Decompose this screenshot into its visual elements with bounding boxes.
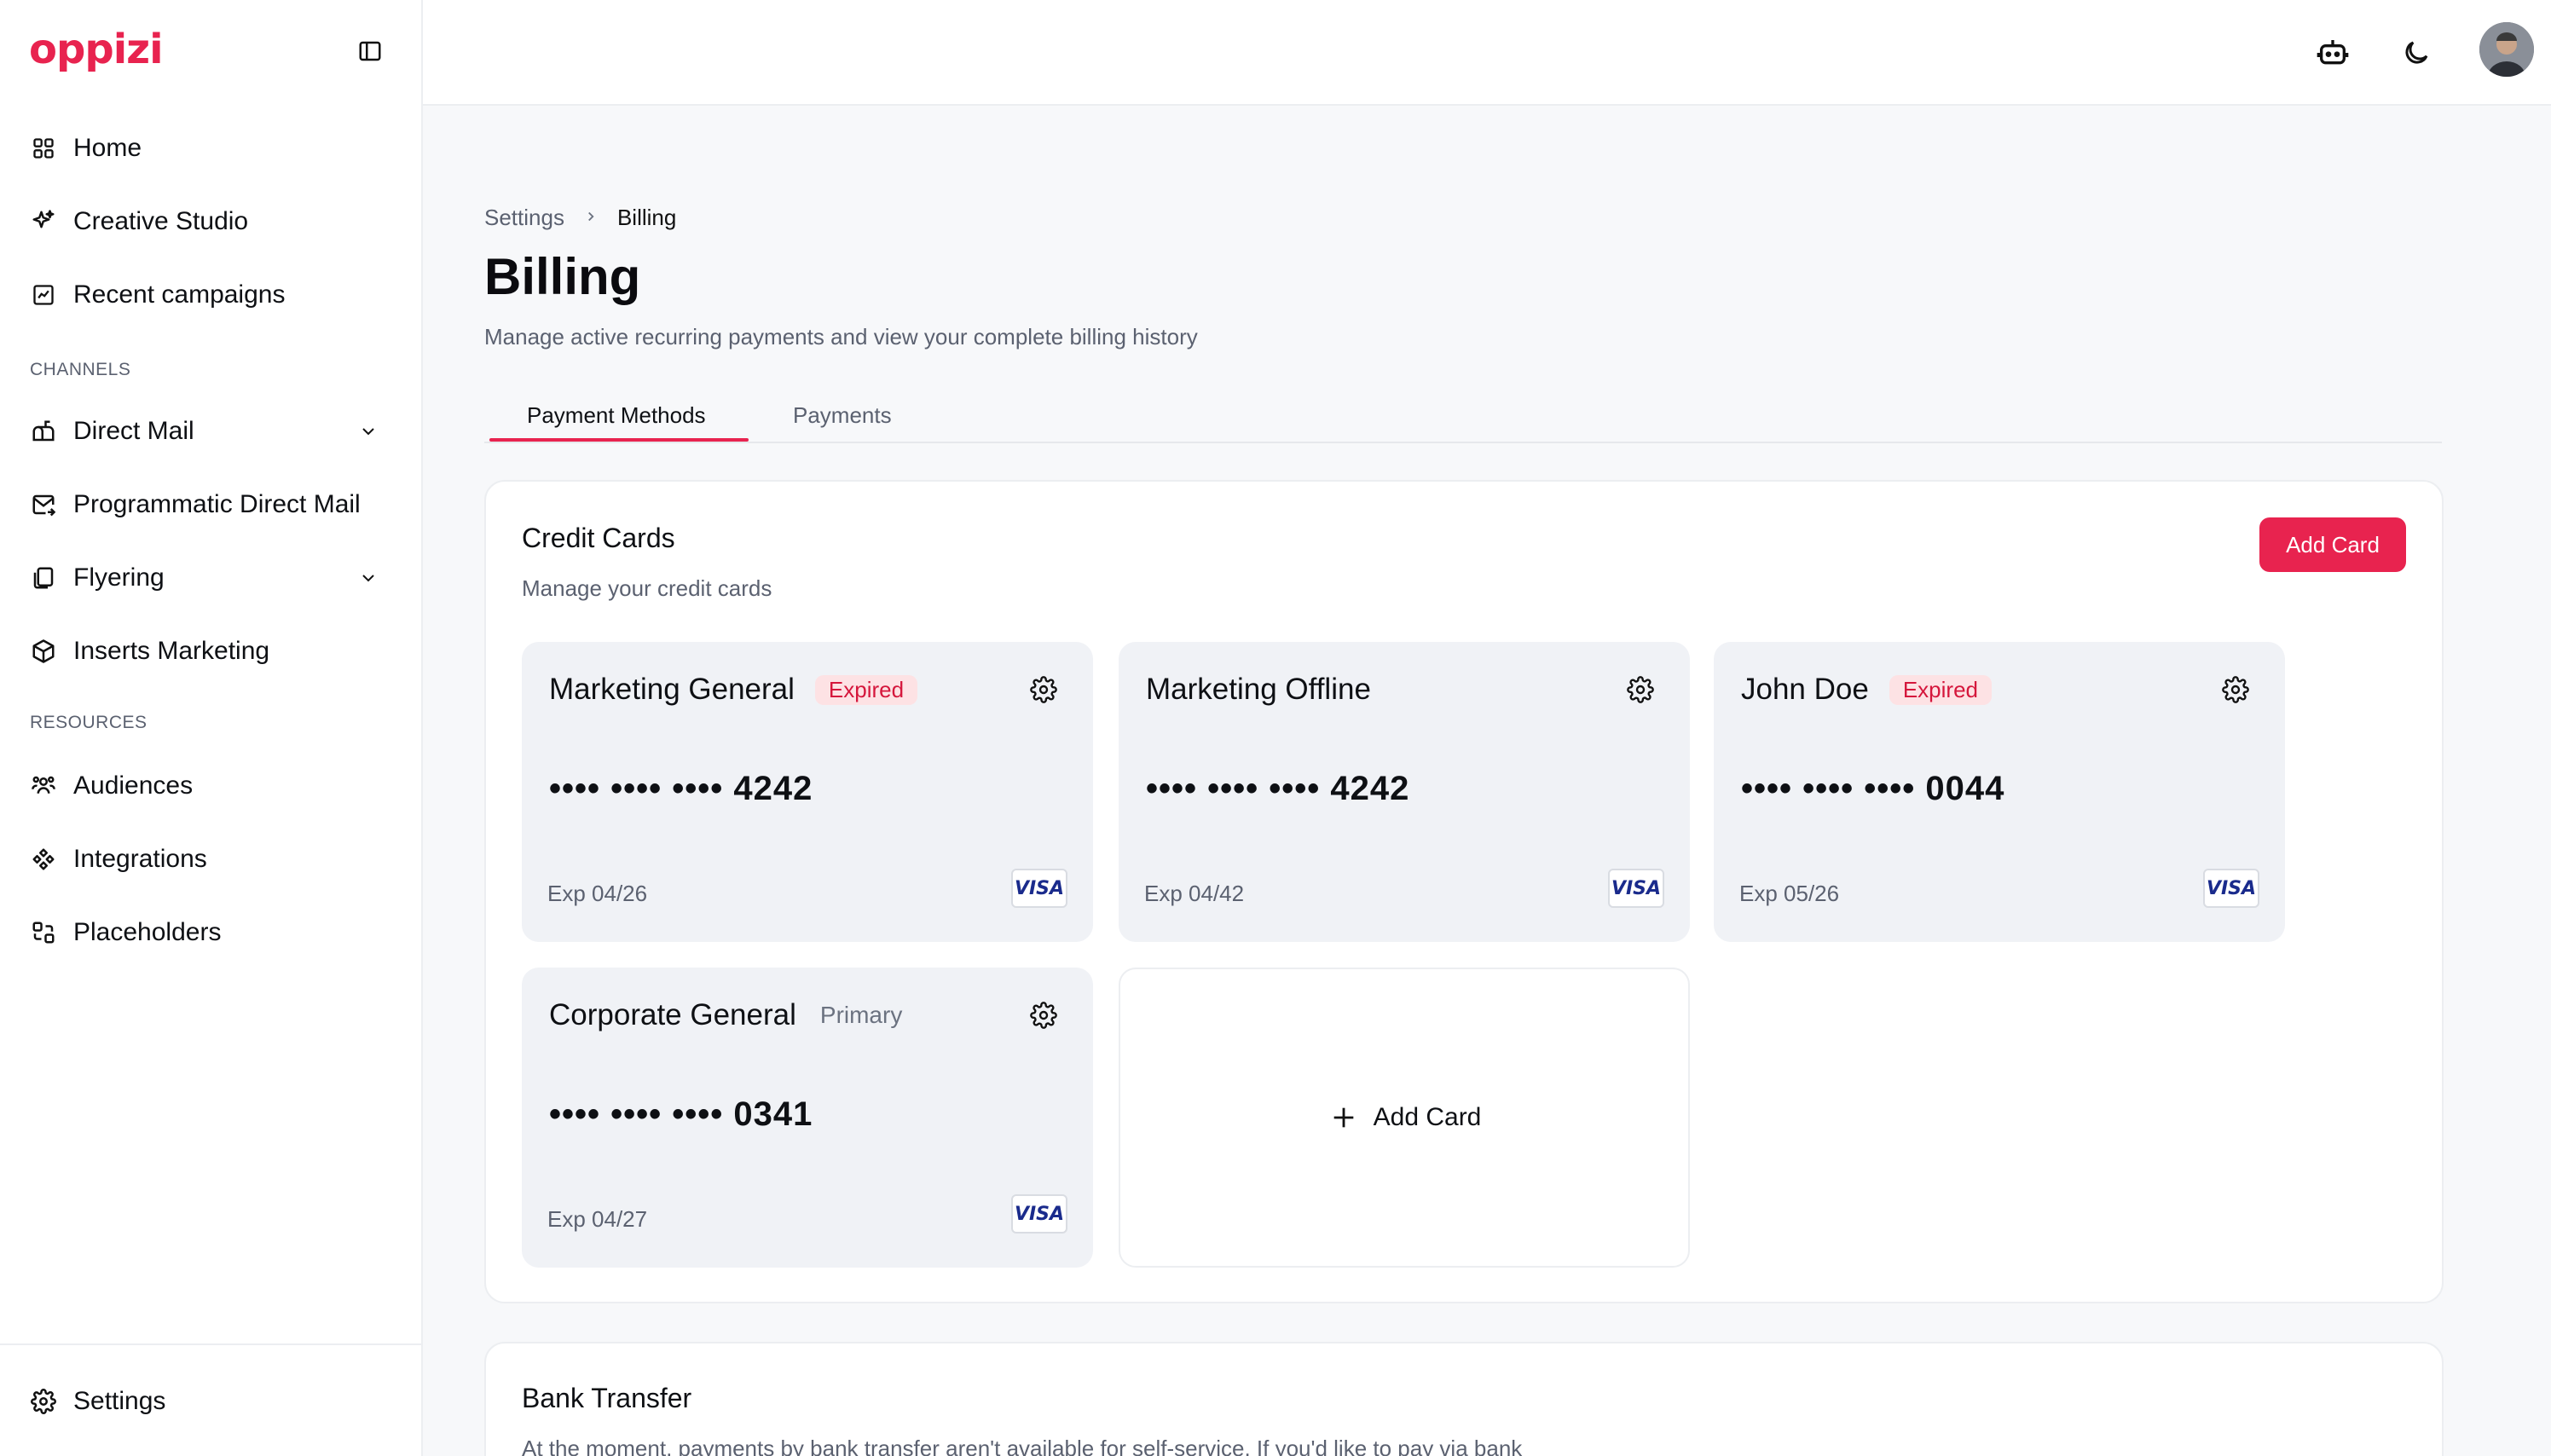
credit-card: Marketing Offline •••• •••• •••• 4242 Ex… bbox=[1119, 642, 1690, 942]
visa-logo-icon: VISA bbox=[1011, 1194, 1067, 1234]
sidebar-item-label: Programmatic Direct Mail bbox=[73, 490, 361, 518]
bank-transfer-title: Bank Transfer bbox=[522, 1383, 692, 1413]
card-number: •••• •••• •••• 4242 bbox=[1146, 770, 1410, 807]
chevron-down-icon[interactable] bbox=[353, 563, 384, 593]
sidebar-item-label: Recent campaigns bbox=[73, 280, 286, 309]
sidebar-item-label: Creative Studio bbox=[73, 207, 249, 235]
tab-payments[interactable]: Payments bbox=[793, 402, 892, 429]
card-settings-gear-icon[interactable] bbox=[1027, 673, 1061, 707]
avatar[interactable] bbox=[2479, 22, 2534, 77]
credit-card: John Doe Expired •••• •••• •••• 0044 Exp… bbox=[1714, 642, 2285, 942]
tab-payment-methods[interactable]: Payment Methods bbox=[527, 402, 706, 429]
bank-transfer-panel: Bank Transfer At the moment, payments by… bbox=[484, 1342, 2444, 1456]
card-expiry: Exp 05/26 bbox=[1739, 881, 1840, 906]
chart-icon bbox=[29, 280, 58, 309]
card-number: •••• •••• •••• 0341 bbox=[549, 1095, 813, 1133]
sidebar-item-label: Placeholders bbox=[73, 918, 222, 946]
sidebar-item-label: Flyering bbox=[73, 563, 165, 592]
sidebar-item-integrations[interactable]: Integrations bbox=[29, 835, 396, 883]
topbar bbox=[423, 0, 2551, 106]
visa-logo-icon: VISA bbox=[1608, 869, 1664, 908]
robot-icon[interactable] bbox=[2311, 31, 2355, 75]
sidebar-item-home[interactable]: Home bbox=[29, 124, 396, 172]
tab-bar: Payment Methods Payments bbox=[484, 390, 2442, 443]
sidebar: oppizi Home Creative Studio Recent campa… bbox=[0, 0, 423, 1456]
moon-icon[interactable] bbox=[2394, 31, 2438, 75]
primary-badge: Primary bbox=[819, 1002, 903, 1028]
card-number: •••• •••• •••• 4242 bbox=[549, 770, 813, 807]
add-card-button[interactable]: Add Card bbox=[2259, 517, 2406, 572]
credit-cards-panel: Credit Cards Manage your credit cards Ad… bbox=[484, 480, 2444, 1303]
add-card-tile[interactable]: Add Card bbox=[1119, 968, 1690, 1268]
breadcrumb-current: Billing bbox=[616, 205, 677, 230]
sidebar-item-creative-studio[interactable]: Creative Studio bbox=[29, 198, 396, 246]
users-icon bbox=[29, 771, 58, 800]
grid-icon bbox=[29, 134, 58, 163]
sidebar-item-placeholders[interactable]: Placeholders bbox=[29, 909, 396, 956]
visa-logo-icon: VISA bbox=[1011, 869, 1067, 908]
box-icon bbox=[29, 637, 58, 666]
page-subtitle: Manage active recurring payments and vie… bbox=[484, 324, 1198, 350]
sidebar-item-label: Integrations bbox=[73, 845, 207, 873]
mailbox-icon bbox=[29, 417, 58, 446]
breadcrumb: Settings Billing bbox=[484, 205, 676, 231]
sidebar-item-settings[interactable]: Settings bbox=[29, 1378, 396, 1425]
credit-card: Marketing General Expired •••• •••• ••••… bbox=[522, 642, 1093, 942]
card-settings-gear-icon[interactable] bbox=[2218, 673, 2253, 707]
card-settings-gear-icon[interactable] bbox=[1623, 673, 1657, 707]
status-badge: Expired bbox=[814, 674, 918, 705]
chevron-right-icon bbox=[583, 206, 599, 230]
integrations-icon bbox=[29, 845, 58, 874]
sidebar-item-direct-mail[interactable]: Direct Mail bbox=[29, 407, 396, 455]
section-label-resources: RESOURCES bbox=[30, 713, 148, 732]
app-logo[interactable]: oppizi bbox=[29, 26, 164, 73]
sidebar-item-audiences[interactable]: Audiences bbox=[29, 762, 396, 810]
card-name: Marketing Offline bbox=[1146, 673, 1371, 706]
chevron-down-icon[interactable] bbox=[353, 416, 384, 447]
card-settings-gear-icon[interactable] bbox=[1027, 998, 1061, 1032]
sparkles-icon bbox=[29, 207, 58, 236]
sidebar-item-label: Settings bbox=[73, 1387, 166, 1415]
page-title: Billing bbox=[484, 248, 641, 305]
card-expiry: Exp 04/27 bbox=[547, 1206, 648, 1232]
bank-transfer-description: At the moment, payments by bank transfer… bbox=[522, 1436, 1523, 1456]
gear-icon bbox=[29, 1387, 58, 1416]
card-number: •••• •••• •••• 0044 bbox=[1741, 770, 2005, 807]
credit-card: Corporate General Primary •••• •••• ••••… bbox=[522, 968, 1093, 1268]
card-expiry: Exp 04/26 bbox=[547, 881, 648, 906]
sidebar-item-inserts-marketing[interactable]: Inserts Marketing bbox=[29, 627, 396, 675]
sidebar-item-flyering[interactable]: Flyering bbox=[29, 554, 396, 602]
sidebar-toggle-icon[interactable] bbox=[355, 36, 385, 66]
sidebar-item-label: Direct Mail bbox=[73, 417, 194, 445]
visa-logo-icon: VISA bbox=[2203, 869, 2259, 908]
credit-cards-subtitle: Manage your credit cards bbox=[522, 575, 772, 601]
card-name: Corporate General bbox=[549, 998, 796, 1031]
sidebar-item-label: Inserts Marketing bbox=[73, 637, 270, 665]
card-expiry: Exp 04/42 bbox=[1144, 881, 1245, 906]
sidebar-item-label: Audiences bbox=[73, 771, 194, 800]
sidebar-item-label: Home bbox=[73, 134, 142, 162]
sidebar-item-recent-campaigns[interactable]: Recent campaigns bbox=[29, 271, 396, 319]
credit-cards-title: Credit Cards bbox=[522, 523, 675, 553]
placeholder-icon bbox=[29, 918, 58, 947]
sidebar-item-programmatic-direct-mail[interactable]: Programmatic Direct Mail bbox=[29, 481, 396, 529]
section-label-channels: CHANNELS bbox=[30, 360, 131, 379]
breadcrumb-settings-link[interactable]: Settings bbox=[484, 205, 564, 231]
mail-send-icon bbox=[29, 490, 58, 519]
status-badge: Expired bbox=[1889, 674, 1992, 705]
card-name: Marketing General bbox=[549, 673, 795, 706]
flyer-icon bbox=[29, 563, 58, 592]
active-tab-indicator bbox=[489, 438, 749, 442]
plus-icon bbox=[1328, 1101, 1360, 1134]
card-name: John Doe bbox=[1741, 673, 1869, 706]
sidebar-divider bbox=[0, 1343, 421, 1345]
add-card-tile-label: Add Card bbox=[1373, 1103, 1482, 1131]
